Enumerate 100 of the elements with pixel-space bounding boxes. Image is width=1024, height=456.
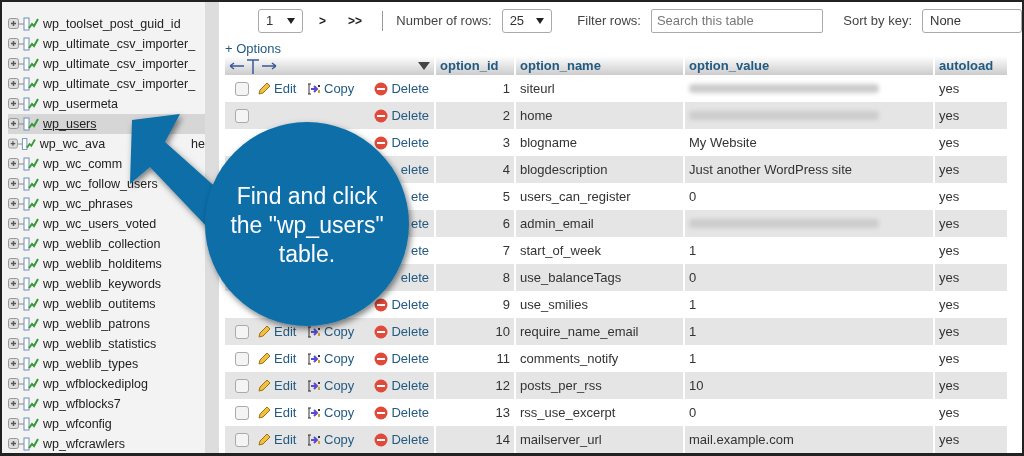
delete-link[interactable]: Delete (374, 378, 429, 393)
sort-select[interactable]: None (922, 8, 1022, 33)
autoload-cell: yes (935, 156, 1007, 183)
table-icon (8, 57, 40, 71)
row-checkbox[interactable] (235, 324, 249, 339)
delete-link[interactable]: Delete (374, 297, 429, 312)
copy-link[interactable]: Copy (307, 351, 355, 366)
pencil-icon (257, 351, 271, 366)
table-name[interactable]: wp_wc_ava (39, 137, 106, 151)
delete-link[interactable]: Delete (374, 351, 429, 366)
table-icon (8, 357, 40, 371)
table-name[interactable]: wp_weblib_outitems (43, 297, 156, 311)
table-name[interactable]: wp_users (43, 117, 97, 131)
table-name[interactable]: wp_wc_comm (43, 157, 123, 171)
pencil-icon (257, 81, 271, 96)
table-name[interactable]: wp_weblib_holditems (43, 257, 162, 271)
table-name[interactable]: wp_ultimate_csv_importer_ (43, 37, 196, 51)
delete-icon (374, 135, 389, 150)
table-icon (8, 197, 40, 211)
table-name[interactable]: wp_weblib_types (43, 357, 139, 371)
autoload-cell: yes (935, 210, 1007, 237)
delete-link[interactable]: elete (400, 270, 429, 285)
delete-link[interactable]: Delete (374, 324, 429, 339)
table-name[interactable]: wp_ultimate_csv_importer_ (43, 77, 196, 91)
option-value-cell: 0 (689, 189, 697, 204)
copy-link[interactable]: Copy (307, 81, 355, 96)
option-name-cell: require_name_email (516, 318, 683, 345)
column-header[interactable]: autoload (935, 56, 1007, 75)
delete-link[interactable]: elete (400, 162, 429, 177)
insert-icon (307, 81, 321, 96)
autoload-cell: yes (935, 426, 1007, 453)
insert-icon (307, 351, 321, 366)
copy-link[interactable]: Copy (307, 405, 355, 420)
delete-link[interactable]: Delete (374, 432, 429, 447)
option-value-cell: My Website (689, 135, 757, 150)
row-checkbox[interactable] (235, 81, 249, 96)
row-checkbox[interactable] (235, 351, 249, 366)
row-checkbox[interactable] (235, 432, 249, 447)
table-icon (8, 397, 40, 411)
column-header[interactable]: option_id (436, 56, 514, 75)
table-name[interactable]: wp_wc_users_voted (43, 217, 157, 231)
page-select[interactable]: 1 (258, 8, 303, 33)
edit-link[interactable]: Edit (257, 324, 297, 339)
table-name[interactable]: wp_wfblockediplog (43, 377, 148, 391)
delete-link[interactable]: Delete (374, 405, 429, 420)
delete-link[interactable]: ete (410, 243, 429, 258)
table-icon (8, 177, 40, 191)
table-name[interactable]: wp_wc_follow_users (43, 177, 158, 191)
last-page-link[interactable]: >> (342, 13, 369, 28)
row-checkbox[interactable] (235, 405, 249, 420)
option-value-cell: 0 (689, 270, 697, 285)
dropdown-icon (535, 17, 544, 24)
delete-icon (374, 432, 389, 447)
delete-icon (374, 108, 389, 123)
table-name[interactable]: wp_weblib_keywords (43, 277, 162, 291)
option-name-cell: home (516, 102, 683, 129)
option-name-cell: use_balanceTags (516, 264, 683, 291)
delete-link[interactable]: Delete (374, 135, 429, 150)
table-name[interactable]: wp_weblib_collection (43, 237, 161, 251)
option-value-cell: 1 (689, 351, 697, 366)
rows-select[interactable]: 25 (501, 8, 552, 33)
copy-link[interactable]: Copy (307, 324, 355, 339)
table-name[interactable]: wp_weblib_patrons (43, 317, 150, 331)
edit-link[interactable]: Edit (257, 432, 297, 447)
table-icon (8, 157, 40, 171)
table-name[interactable]: wp_wfcrawlers (43, 437, 125, 451)
insert-icon (307, 378, 321, 393)
copy-link[interactable]: Copy (307, 378, 355, 393)
sort-icon[interactable] (418, 61, 430, 70)
insert-icon (307, 405, 321, 420)
delete-icon (374, 297, 389, 312)
row-checkbox[interactable] (235, 108, 249, 123)
edit-link[interactable]: Edit (257, 405, 297, 420)
table-icon (8, 277, 40, 291)
delete-icon (374, 324, 389, 339)
edit-link[interactable]: Edit (257, 351, 297, 366)
table-name[interactable]: wp_wc_phrases (43, 197, 133, 211)
table-icon (8, 137, 37, 151)
table-name[interactable]: wp_wfconfig (43, 417, 112, 431)
table-name[interactable]: wp_weblib_statistics (43, 337, 157, 351)
copy-link[interactable]: Copy (307, 432, 355, 447)
table-name[interactable]: wp_ultimate_csv_importer_ (43, 57, 196, 71)
delete-link[interactable]: Delete (374, 108, 429, 123)
next-page-link[interactable]: > (313, 13, 332, 28)
option-value-cell: mail.example.com (689, 432, 794, 447)
table-name[interactable]: wp_wfblocks7 (43, 397, 121, 411)
edit-link[interactable]: Edit (257, 81, 297, 96)
resize-arrows-icon[interactable] (229, 57, 277, 74)
filter-field[interactable]: Search this table (650, 8, 823, 33)
edit-link[interactable]: Edit (257, 378, 297, 393)
column-header[interactable]: option_value (685, 56, 933, 75)
row-checkbox[interactable] (235, 378, 249, 393)
table-name[interactable]: wp_usermeta (43, 97, 119, 111)
delete-link[interactable]: ete (410, 189, 429, 204)
delete-link[interactable]: ete (410, 216, 429, 231)
column-header[interactable]: option_name (516, 56, 683, 75)
delete-link[interactable]: Delete (374, 81, 429, 96)
table-name-fragment[interactable]: he (191, 137, 205, 151)
table-name[interactable]: wp_toolset_post_guid_id (43, 17, 181, 31)
options-link[interactable]: + Options (225, 41, 281, 56)
